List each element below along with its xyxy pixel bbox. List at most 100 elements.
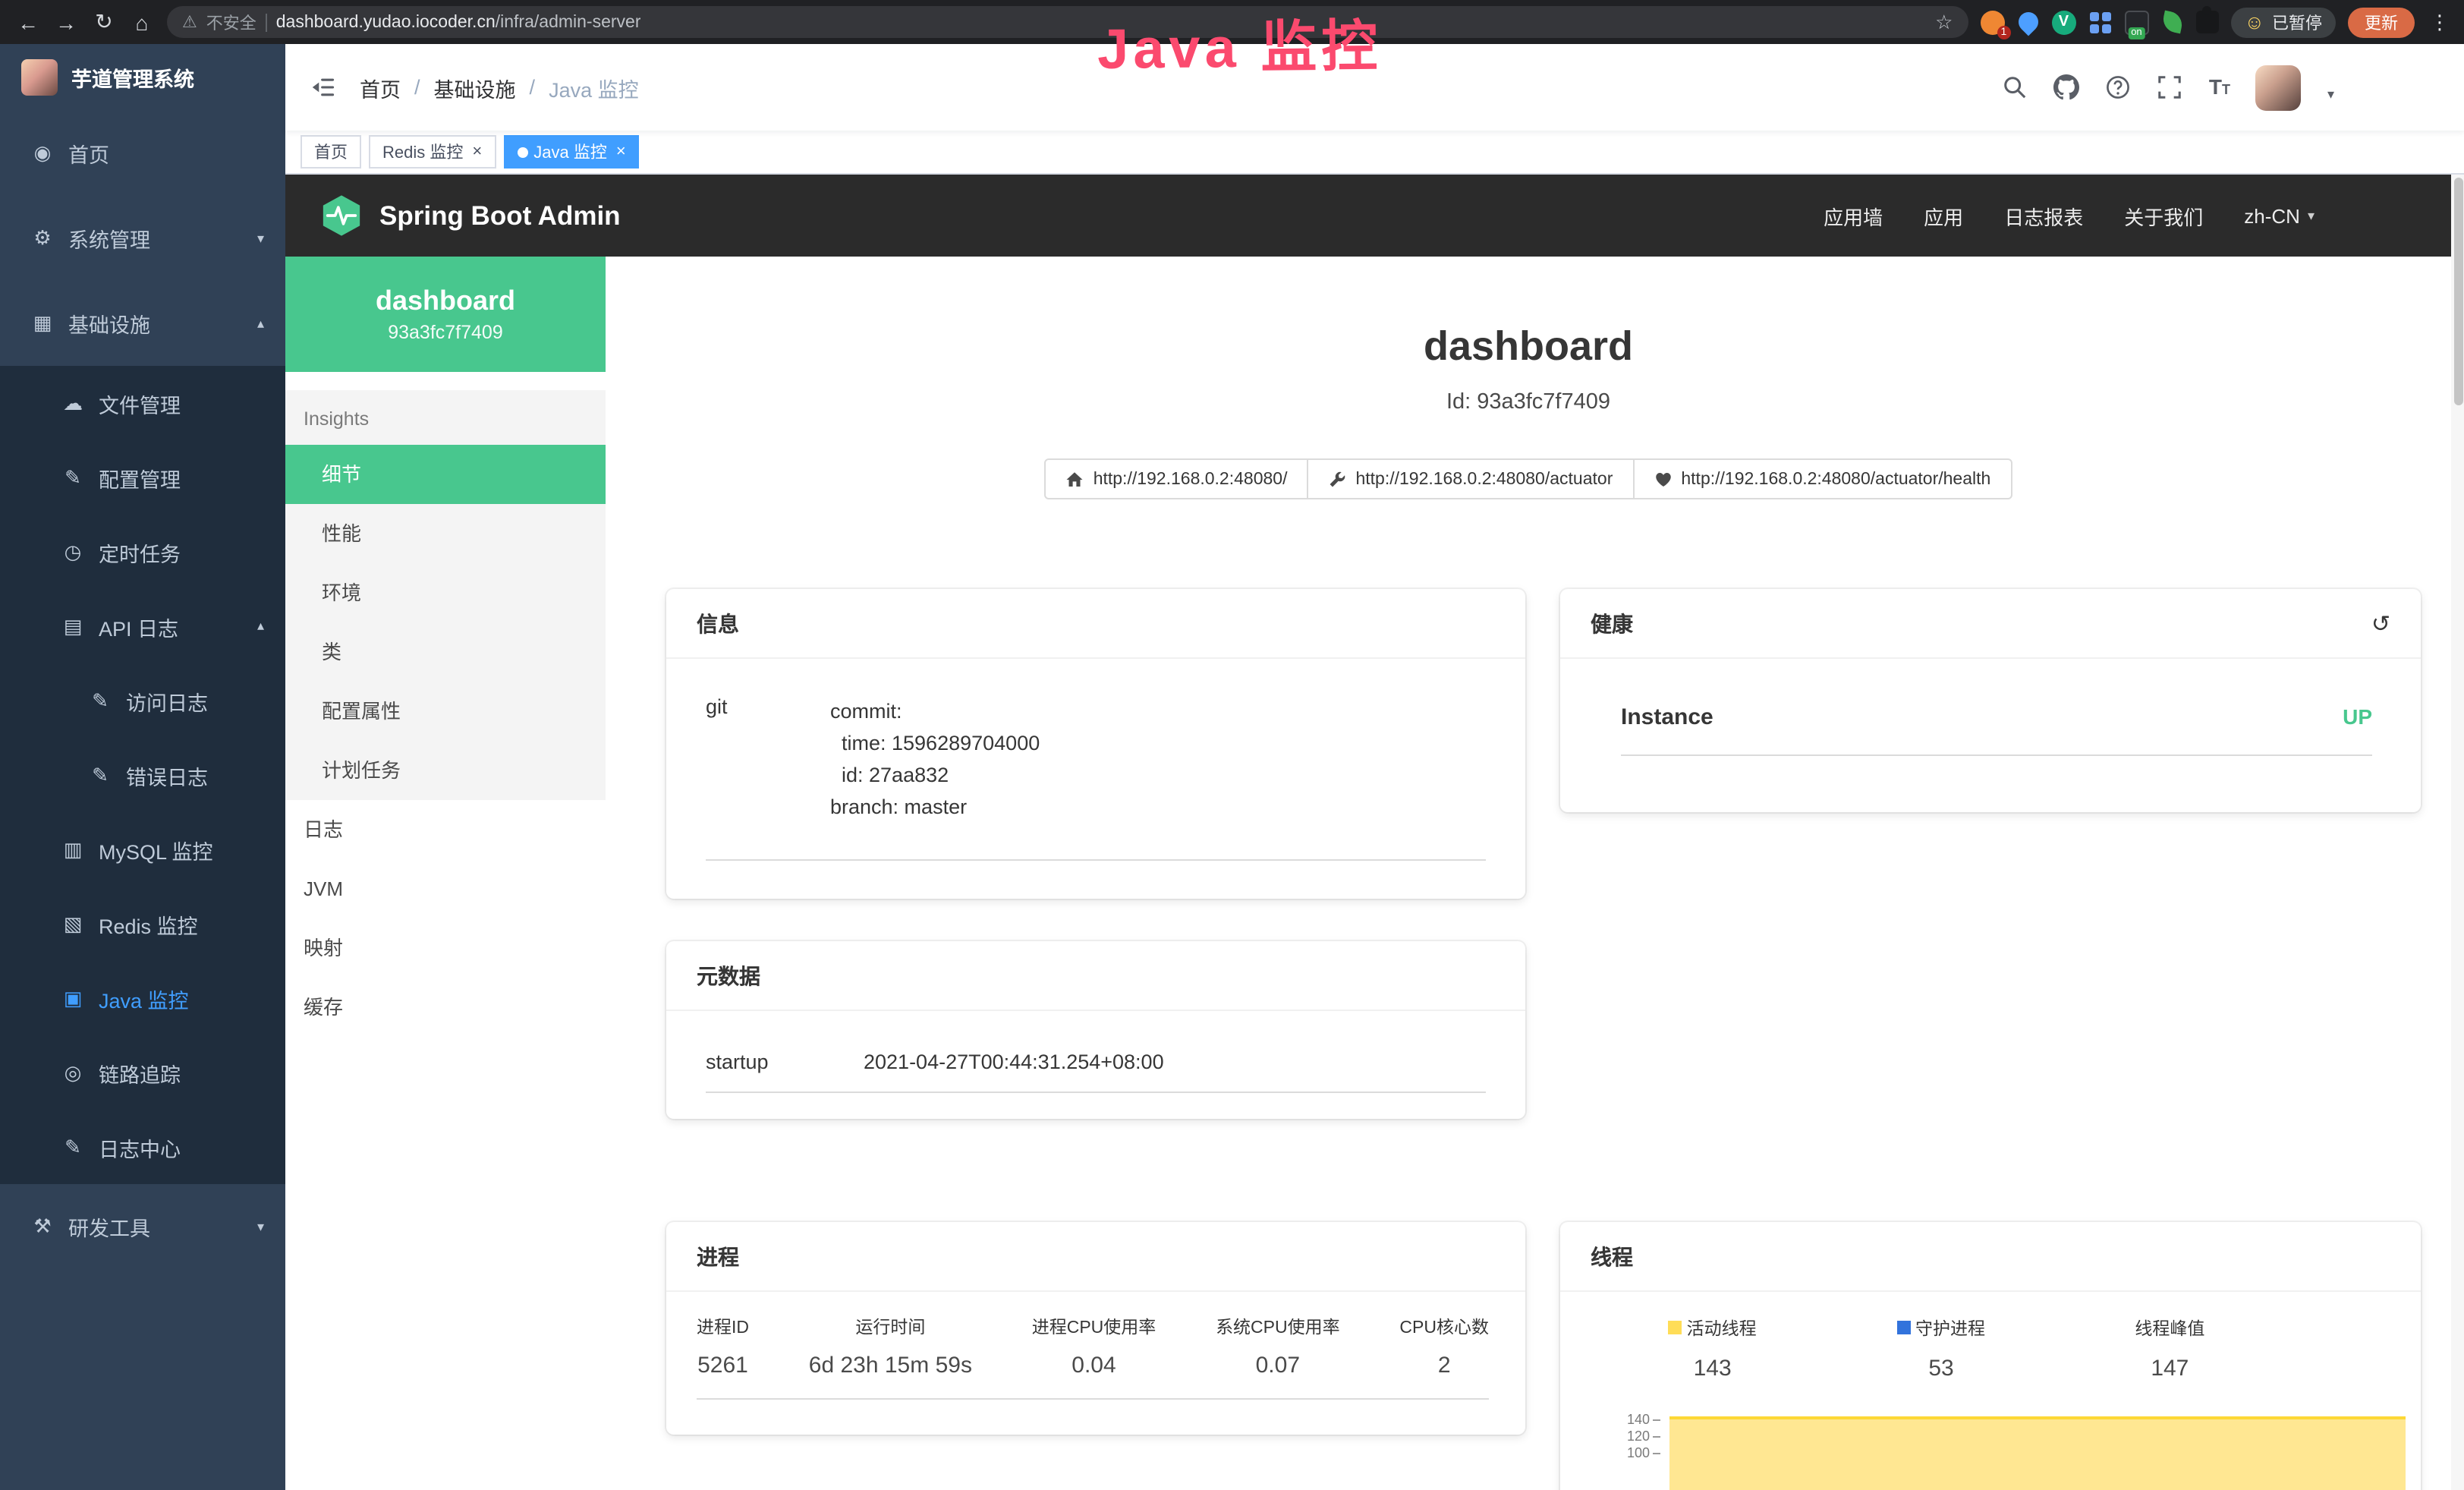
card-title: 进程 <box>697 1241 739 1271</box>
extension-icon-6[interactable] <box>2160 11 2184 34</box>
sba-item-scheduled-tasks[interactable]: 计划任务 <box>285 741 606 800</box>
sba-nav-about[interactable]: 关于我们 <box>2124 201 2203 230</box>
github-icon[interactable] <box>2054 74 2080 100</box>
card-title: 信息 <box>697 608 739 638</box>
breadcrumb: 首页 / 基础设施 / Java 监控 <box>360 72 639 102</box>
cloud-icon: ☁ <box>61 391 85 415</box>
sba-item-environment[interactable]: 环境 <box>285 563 606 622</box>
sba-nav-wallboard[interactable]: 应用墙 <box>1824 201 1883 230</box>
browser-menu-icon[interactable]: ⋮ <box>2430 10 2450 34</box>
url-bar[interactable]: ⚠ 不安全 dashboard.yudao.iocoder.cn/infra/a… <box>167 6 1968 38</box>
font-size-icon[interactable]: TT <box>2209 74 2230 101</box>
url-divider <box>266 13 267 31</box>
link-health-url[interactable]: http://192.168.0.2:48080/actuator/health <box>1632 458 2012 499</box>
sidebar-item-file-manage[interactable]: ☁ 文件管理 <box>0 366 285 440</box>
process-col: 进程CPU使用率 0.04 <box>1032 1315 1156 1378</box>
sidebar-item-error-log[interactable]: ✎ 错误日志 <box>0 738 285 812</box>
active-threads-area <box>1669 1416 2406 1490</box>
avatar[interactable] <box>2256 65 2302 110</box>
sidebar-item-trace[interactable]: ◎ 链路追踪 <box>0 1035 285 1110</box>
browser-home-icon[interactable]: ⌂ <box>129 10 155 34</box>
sidebar-item-java-monitor[interactable]: ▣ Java 监控 <box>0 961 285 1035</box>
sidebar-item-infra[interactable]: ▦ 基础设施 ▴ <box>0 281 285 366</box>
link-label: http://192.168.0.2:48080/actuator/health <box>1681 470 1990 488</box>
forward-icon[interactable]: → <box>53 10 79 34</box>
page-scrollbar[interactable] <box>2451 175 2464 1490</box>
tools-icon: ⚒ <box>30 1214 55 1239</box>
link-service-url[interactable]: http://192.168.0.2:48080/ <box>1045 458 1309 499</box>
back-icon[interactable]: ← <box>15 10 41 34</box>
card-title: 健康 <box>1591 608 1633 638</box>
sba-item-classes[interactable]: 类 <box>285 622 606 682</box>
sidebar-item-label: Redis 监控 <box>99 909 198 939</box>
sidebar-logo[interactable]: 芋道管理系统 <box>0 44 285 111</box>
close-icon[interactable]: × <box>472 143 482 161</box>
sidebar-item-dev-tools[interactable]: ⚒ 研发工具 ▾ <box>0 1184 285 1269</box>
sidebar-item-redis-monitor[interactable]: ▧ Redis 监控 <box>0 887 285 961</box>
admin-sidebar: 芋道管理系统 ◉ 首页 ⚙ 系统管理 ▾ ▦ 基础设施 ▴ ☁ 文件管理 ✎ <box>0 44 285 1490</box>
extension-letter: V <box>2059 14 2069 30</box>
extensions-puzzle-icon[interactable] <box>2195 11 2218 33</box>
sidebar-item-system[interactable]: ⚙ 系统管理 ▾ <box>0 196 285 281</box>
sidebar-item-api-log[interactable]: ▤ API 日志 ▴ <box>0 589 285 663</box>
sba-nav-journal[interactable]: 日志报表 <box>2004 201 2083 230</box>
instance-name: dashboard <box>376 285 515 317</box>
sba-nav-applications[interactable]: 应用 <box>1924 201 1963 230</box>
document-icon: ▤ <box>61 614 85 638</box>
sba-item-details[interactable]: 细节 <box>285 445 606 504</box>
sidebar-item-log-center[interactable]: ✎ 日志中心 <box>0 1110 285 1184</box>
bookmark-star-icon[interactable]: ☆ <box>1935 10 1953 34</box>
collapse-sidebar-icon[interactable] <box>310 74 335 100</box>
card-title: 元数据 <box>697 960 760 991</box>
extension-icon-1[interactable]: 1 <box>1980 10 2004 34</box>
sidebar-item-label: 基础设施 <box>68 308 150 339</box>
sidebar-item-label: Java 监控 <box>99 983 189 1013</box>
breadcrumb-current: Java 监控 <box>549 72 639 102</box>
sidebar-item-home[interactable]: ◉ 首页 <box>0 111 285 196</box>
sba-body: dashboard 93a3fc7f7409 Insights 细节 性能 环境… <box>285 257 2451 1490</box>
sba-brand-title[interactable]: Spring Boot Admin <box>379 200 621 232</box>
sidebar-item-mysql-monitor[interactable]: ▥ MySQL 监控 <box>0 812 285 887</box>
extensions-area: 1 V on <box>1980 10 2218 34</box>
sidebar-item-config-manage[interactable]: ✎ 配置管理 <box>0 440 285 515</box>
search-icon[interactable] <box>2003 74 2028 100</box>
process-table: 进程ID 5261 运行时间 6d 23h 15m 59s 进程CPU使用率 0… <box>697 1292 1489 1400</box>
extension-icon-2[interactable] <box>2014 8 2042 36</box>
breadcrumb-home[interactable]: 首页 <box>360 72 401 102</box>
tag-redis-monitor[interactable]: Redis 监控 × <box>369 135 496 169</box>
tag-java-monitor[interactable]: Java 监控 × <box>503 135 639 169</box>
sba-item-config-props[interactable]: 配置属性 <box>285 682 606 741</box>
sba-item-mappings[interactable]: 映射 <box>285 918 606 978</box>
link-actuator-url[interactable]: http://192.168.0.2:48080/actuator <box>1307 458 1634 499</box>
sba-item-caches[interactable]: 缓存 <box>285 978 606 1037</box>
url-text[interactable]: dashboard.yudao.iocoder.cn/infra/admin-s… <box>276 13 641 31</box>
extension-icon-4[interactable] <box>2089 11 2110 33</box>
close-icon[interactable]: × <box>616 143 626 161</box>
locale-select[interactable]: zh-CN ▾ <box>2244 204 2315 227</box>
security-label[interactable]: 不安全 <box>206 10 256 34</box>
sidebar-item-scheduled-jobs[interactable]: ◷ 定时任务 <box>0 515 285 589</box>
reload-icon[interactable]: ↻ <box>91 9 117 35</box>
paused-chip[interactable]: ☺ 已暂停 <box>2230 7 2336 37</box>
chevron-down-icon: ▾ <box>257 1218 264 1235</box>
sba-item-jvm[interactable]: JVM <box>285 859 606 918</box>
sba-item-logs[interactable]: 日志 <box>285 800 606 859</box>
refresh-icon[interactable]: ↺ <box>2371 610 2390 637</box>
instance-header[interactable]: dashboard 93a3fc7f7409 <box>285 257 606 372</box>
log-icon: ✎ <box>88 763 112 787</box>
scrollbar-thumb[interactable] <box>2453 178 2462 405</box>
sba-item-performance[interactable]: 性能 <box>285 504 606 563</box>
sidebar-item-access-log[interactable]: ✎ 访问日志 <box>0 663 285 738</box>
extension-icon-5[interactable]: on <box>2124 10 2148 34</box>
avatar-caret-icon[interactable]: ▾ <box>2327 87 2334 103</box>
help-icon[interactable] <box>2106 74 2132 100</box>
update-button[interactable]: 更新 <box>2348 7 2415 37</box>
sidebar-item-label: MySQL 监控 <box>99 834 213 865</box>
extension-icon-3[interactable]: V <box>2051 10 2075 34</box>
fullscreen-icon[interactable] <box>2157 74 2183 100</box>
breadcrumb-infra[interactable]: 基础设施 <box>434 72 516 102</box>
card-info: 信息 git commit: time: 1596289704000 id: 2… <box>666 589 1525 899</box>
monitor-icon: ▣ <box>61 986 85 1010</box>
tag-home[interactable]: 首页 <box>301 135 361 169</box>
logo-image <box>21 59 58 96</box>
